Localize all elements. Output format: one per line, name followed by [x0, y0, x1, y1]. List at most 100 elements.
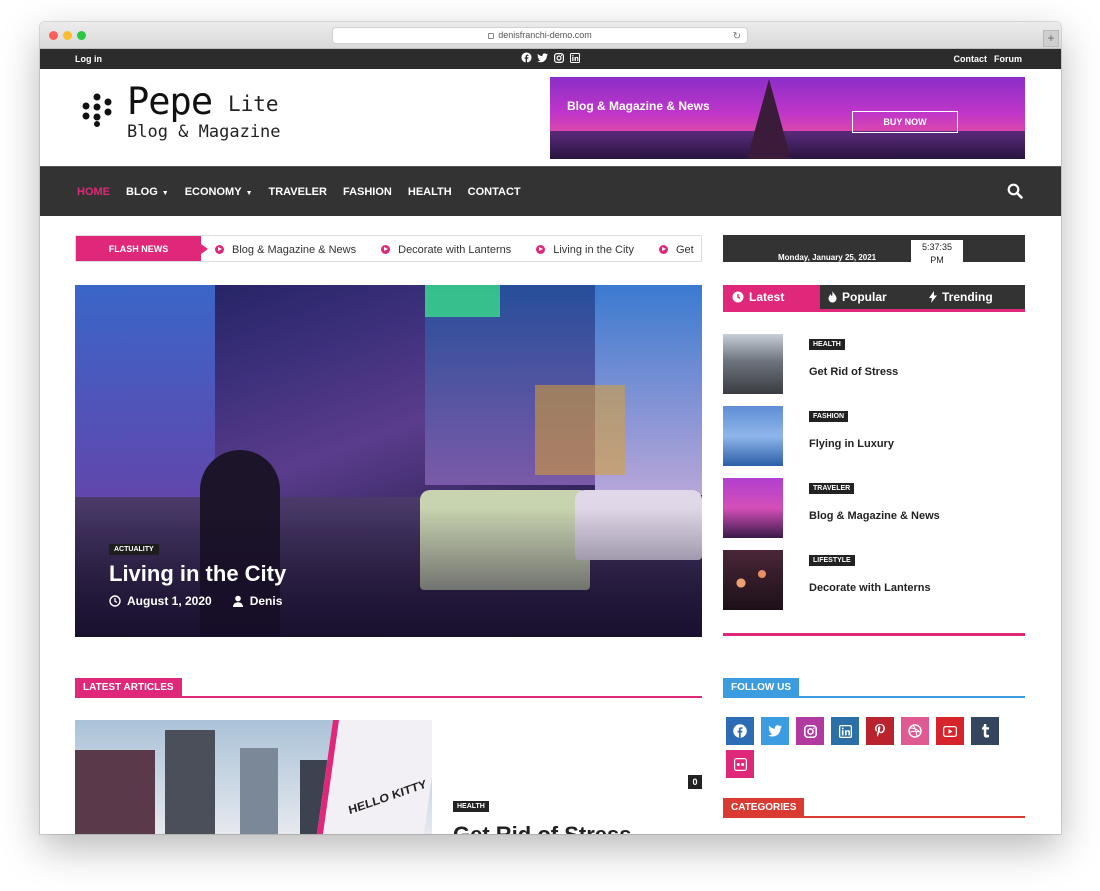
list-item[interactable]: TRAVELER Blog & Magazine & News [723, 478, 1025, 540]
site-header: Pepe Lite Blog & Magazine Blog & Magazin… [40, 69, 1061, 166]
play-circle-icon [536, 245, 546, 254]
close-window-button[interactable] [49, 31, 58, 40]
twitter-icon[interactable] [761, 717, 789, 745]
current-time: 5:37:35 PM [911, 240, 963, 267]
tab-popular[interactable]: Popular [828, 285, 887, 309]
pinterest-icon[interactable] [866, 717, 894, 745]
post-category-badge[interactable]: LIFESTYLE [809, 555, 855, 566]
tab-latest[interactable]: Latest [723, 285, 820, 309]
article-image-billboard [75, 750, 155, 834]
tumblr-icon[interactable] [971, 717, 999, 745]
comment-count-badge[interactable]: 0 [688, 775, 702, 789]
featured-post[interactable]: ACTUALITY Living in the City August 1, 2… [75, 285, 702, 637]
facebook-icon[interactable] [521, 52, 532, 63]
nav-item-fashion[interactable]: FASHION [343, 186, 392, 198]
youtube-icon[interactable] [936, 717, 964, 745]
logo-dots-icon[interactable] [80, 93, 116, 127]
post-category-badge[interactable]: FASHION [809, 411, 849, 422]
url-text: denisfranchi-demo.com [498, 30, 592, 40]
flickr-icon[interactable] [726, 750, 754, 778]
tab-trending[interactable]: Trending [929, 285, 993, 309]
hero-category-badge[interactable]: ACTUALITY [109, 544, 159, 555]
post-title[interactable]: Decorate with Lanterns [809, 582, 931, 594]
post-thumbnail[interactable] [723, 406, 783, 466]
dribbble-icon[interactable] [901, 717, 929, 745]
hero-date: August 1, 2020 [127, 594, 212, 608]
bolt-icon [929, 291, 937, 303]
top-bar: Log in Contact Forum [40, 49, 1061, 69]
nav-item-health[interactable]: HEALTH [408, 186, 452, 198]
post-category-badge[interactable]: HEALTH [809, 339, 845, 350]
browser-titlebar: denisfranchi-demo.com ↻ + [40, 22, 1061, 49]
main-nav: HOME BLOG ▼ ECONOMY ▼ TRAVELER FASHION HEA… [40, 166, 1061, 216]
banner-text: Blog & Magazine & News [567, 99, 710, 113]
post-title[interactable]: Flying in Luxury [809, 438, 894, 450]
logo-subtitle: Blog & Magazine [127, 122, 281, 142]
logo-suffix: Lite [228, 92, 279, 116]
divider [723, 696, 1025, 698]
flash-news-item[interactable]: Get [658, 244, 694, 256]
article-image[interactable]: HELLO KITTY [75, 720, 432, 834]
user-icon [232, 595, 243, 607]
article-title[interactable]: Get Rid of Stress [453, 822, 631, 834]
flash-news-label: FLASH NEWS [76, 236, 208, 261]
reload-icon[interactable]: ↻ [733, 29, 741, 44]
hero-title[interactable]: Living in the City [109, 561, 286, 587]
nav-item-contact[interactable]: CONTACT [468, 186, 521, 198]
hero-author[interactable]: Denis [232, 594, 282, 608]
top-links: Contact Forum [954, 54, 1023, 64]
play-circle-icon [658, 245, 668, 254]
follow-us-heading: FOLLOW US [723, 678, 799, 698]
clock-icon [109, 595, 121, 607]
play-circle-icon [215, 245, 224, 254]
list-item[interactable]: FASHION Flying in Luxury [723, 406, 1025, 468]
logo-title[interactable]: Pepe [127, 80, 213, 123]
post-thumbnail[interactable] [723, 334, 783, 394]
post-thumbnail[interactable] [723, 478, 783, 538]
twitter-icon[interactable] [537, 52, 548, 63]
contact-link[interactable]: Contact [954, 54, 988, 64]
post-category-badge[interactable]: TRAVELER [809, 483, 855, 494]
chevron-down-icon: ▼ [161, 190, 169, 197]
login-link[interactable]: Log in [75, 54, 102, 64]
hero-image-neon-sign [425, 285, 500, 317]
flash-news-ticker: FLASH NEWS Blog & Magazine & News Decora… [75, 235, 702, 262]
zoom-window-button[interactable] [77, 31, 86, 40]
categories-heading: CATEGORIES [723, 798, 805, 818]
divider [723, 816, 1025, 818]
forum-link[interactable]: Forum [994, 54, 1022, 64]
buy-now-button[interactable]: BUY NOW [852, 111, 958, 133]
minimize-window-button[interactable] [63, 31, 72, 40]
nav-item-traveler[interactable]: TRAVELER [269, 186, 327, 198]
search-icon[interactable] [1007, 183, 1023, 199]
article-image-building [240, 748, 278, 834]
lock-icon [488, 32, 495, 39]
post-thumbnail[interactable] [723, 550, 783, 610]
date-time-widget: Monday, January 25, 2021 5:37:35 PM [723, 235, 1025, 267]
sidebar-tabs: Latest Popular Trending [723, 285, 1025, 312]
facebook-icon[interactable] [726, 717, 754, 745]
nav-item-home[interactable]: HOME [77, 186, 110, 198]
linkedin-icon[interactable] [831, 717, 859, 745]
flash-news-item[interactable]: Living in the City [536, 244, 634, 256]
new-tab-button[interactable]: + [1043, 30, 1059, 47]
instagram-icon[interactable] [796, 717, 824, 745]
chevron-down-icon: ▼ [245, 190, 253, 197]
address-bar[interactable]: denisfranchi-demo.com ↻ [332, 27, 748, 44]
post-title[interactable]: Get Rid of Stress [809, 366, 898, 378]
list-item[interactable]: HEALTH Get Rid of Stress [723, 334, 1025, 396]
list-item[interactable]: LIFESTYLE Decorate with Lanterns [723, 550, 1025, 612]
flash-news-item[interactable]: Blog & Magazine & News [215, 244, 356, 256]
ad-banner[interactable]: Blog & Magazine & News BUY NOW [550, 77, 1025, 159]
nav-item-economy[interactable]: ECONOMY ▼ [185, 186, 253, 198]
fire-icon [828, 291, 837, 303]
instagram-icon[interactable] [553, 52, 564, 63]
flash-news-item[interactable]: Decorate with Lanterns [381, 244, 511, 256]
banner-tower-image [747, 79, 791, 159]
nav-item-blog[interactable]: BLOG ▼ [126, 186, 169, 198]
article-category-badge[interactable]: HEALTH [453, 801, 489, 812]
article-image-sign: HELLO KITTY [316, 720, 432, 834]
post-title[interactable]: Blog & Magazine & News [809, 510, 940, 522]
linkedin-icon[interactable] [569, 52, 580, 63]
divider [723, 633, 1025, 636]
